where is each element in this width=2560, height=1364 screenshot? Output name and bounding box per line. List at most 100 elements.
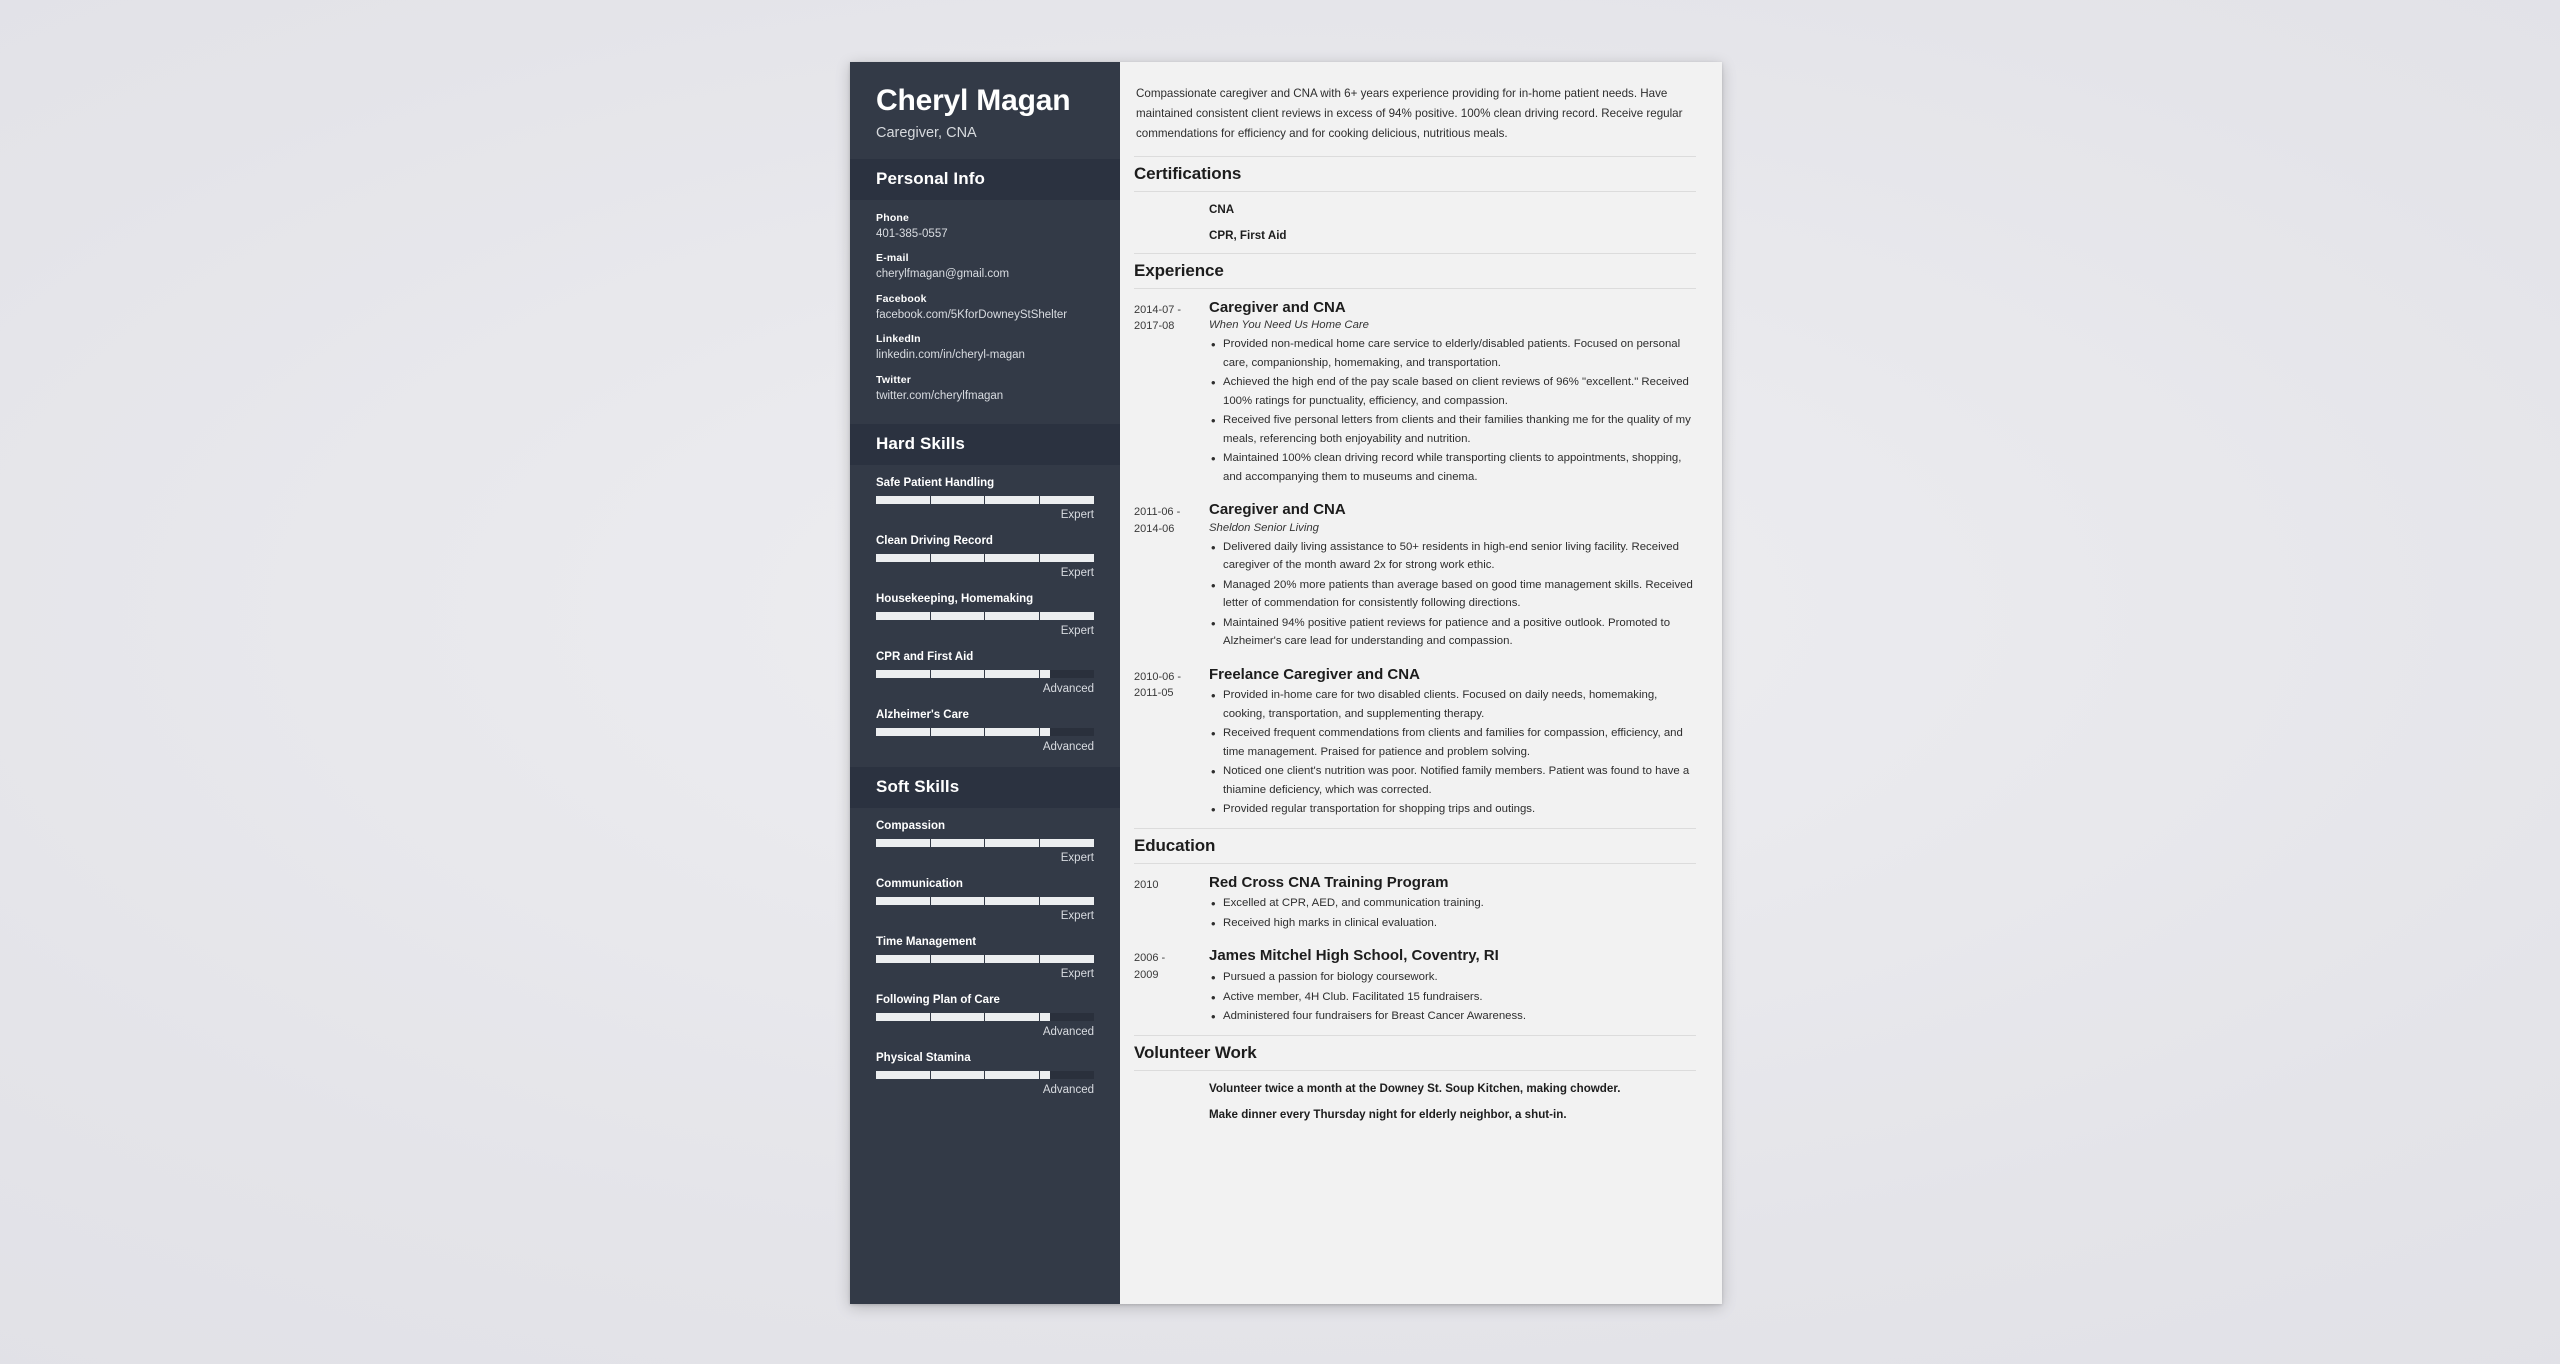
skill-name: Housekeeping, Homemaking — [876, 592, 1034, 605]
entry-bullet: Maintained 100% clean driving record whi… — [1209, 448, 1696, 486]
resume-entry: 2010-06 - 2011-05 Freelance Caregiver and … — [1134, 656, 1696, 824]
skill-bar-tick — [931, 954, 985, 963]
contact-label: LinkedIn — [876, 333, 921, 346]
skill-bar-ticks — [876, 495, 1094, 504]
entry-date: 2010 — [1134, 874, 1209, 934]
skill-bar-tick — [876, 611, 931, 620]
contact-item: LinkedIn linkedin.com/in/cheryl-magan — [876, 333, 1094, 362]
skill-bar-tick — [876, 896, 931, 905]
entry-title: James Mitchel High School, Coventry, RI — [1209, 947, 1499, 965]
skill-bar-ticks — [876, 669, 1095, 678]
certifications-title: Certifications — [1134, 155, 1696, 192]
skill-bar-ticks — [876, 553, 1094, 562]
skill-bar-tick — [1040, 839, 1095, 847]
skill-item: Communication Expert — [876, 878, 1094, 922]
skill-bar-tick — [985, 611, 1040, 620]
skill-bar-ticks — [876, 838, 1095, 847]
entry-bullet: Noticed one client's nutrition was poor.… — [1209, 761, 1696, 799]
skill-bar-tick — [931, 611, 985, 620]
skill-level-label: Advanced — [1042, 1025, 1094, 1038]
skill-bar-ticks — [876, 954, 1095, 963]
contact-value[interactable]: cherylfmagan@gmail.com — [876, 267, 1094, 281]
skill-name: Communication — [876, 877, 963, 890]
skill-bar-tick — [985, 669, 1040, 678]
volunteer-items: Volunteer twice a month at the Downey St… — [1209, 1080, 1696, 1126]
skill-bar — [876, 954, 1095, 963]
contact-label: Twitter — [876, 373, 912, 386]
certifications-items: CNA CPR, First Aid — [1209, 201, 1696, 247]
skill-item: Safe Patient Handling Expert — [876, 477, 1094, 521]
contact-item: E-mail cherylfmagan@gmail.com — [876, 252, 1094, 281]
certifications-body: CNA CPR, First Aid — [1134, 192, 1696, 249]
skill-bar-ticks — [876, 611, 1094, 620]
skill-bar-tick — [1040, 955, 1095, 963]
volunteer-body: Volunteer twice a month at the Downey St… — [1134, 1071, 1696, 1128]
hard-skills-list: Safe Patient Handling Expert Clean Driving… — [850, 465, 1120, 767]
skill-bar-tick — [985, 495, 1040, 504]
skill-bar-tick — [876, 1012, 931, 1021]
skill-name: Alzheimer's Care — [876, 708, 969, 721]
skill-level-label: Advanced — [1042, 1083, 1094, 1096]
professional-summary: Compassionate caregiver and CNA with 6+ … — [1134, 84, 1696, 144]
skill-bar-tick — [876, 1070, 931, 1079]
contact-value[interactable]: twitter.com/cherylfmagan — [876, 389, 1094, 403]
resume-entry: 2010 Red Cross CNA Training Program Excell… — [1134, 864, 1696, 938]
plain-line-item: CPR, First Aid — [1209, 229, 1287, 243]
entry-bullet: Received five personal letters from clie… — [1209, 410, 1696, 448]
skill-bar-tick — [876, 553, 931, 562]
contact-value[interactable]: 401-385-0557 — [876, 227, 1094, 241]
entry-bullets: Pursued a passion for biology coursework… — [1209, 967, 1696, 1028]
contact-label: E-mail — [876, 252, 909, 265]
skill-name: Following Plan of Care — [876, 993, 1000, 1006]
skill-bar — [876, 611, 1094, 620]
skill-item: Housekeeping, Homemaking Expert — [876, 593, 1094, 637]
entry-bullet: Administered four fundraisers for Breast… — [1209, 1006, 1696, 1028]
skill-level-label: Expert — [1060, 624, 1094, 637]
entry-date-line: 2010-06 - — [1134, 670, 1182, 683]
skill-bar-tick — [931, 669, 985, 678]
contact-value[interactable]: facebook.com/5KforDowneyStShelter — [876, 308, 1094, 322]
entry-bullets: Excelled at CPR, AED, and communication … — [1209, 893, 1696, 935]
education-entries: 2010 Red Cross CNA Training Program Excell… — [1134, 864, 1696, 1031]
personal-info-heading: Personal Info — [850, 159, 1120, 200]
contact-item: Facebook facebook.com/5KforDowneyStShelte… — [876, 293, 1094, 322]
entry-main: James Mitchel High School, Coventry, RI P… — [1209, 947, 1696, 1028]
contact-item: Twitter twitter.com/cherylfmagan — [876, 374, 1094, 403]
skill-bar-tick — [876, 495, 931, 504]
volunteer-section: Volunteer Work Volunteer twice a month a… — [1134, 1034, 1696, 1128]
entry-bullet: Achieved the high end of the pay scale b… — [1209, 372, 1696, 410]
skill-item: CPR and First Aid Advanced — [876, 651, 1094, 695]
skill-level-label: Expert — [1060, 851, 1094, 864]
entry-bullets: Provided non-medical home care service t… — [1209, 334, 1696, 486]
skill-bar-tick — [931, 553, 985, 562]
plain-line-item: CNA — [1209, 202, 1235, 216]
skill-bar-tick — [1040, 670, 1095, 678]
resume-entry: 2014-07 - 2017-08 Caregiver and CNA When Yo… — [1134, 289, 1696, 492]
entry-bullet: Pursued a passion for biology coursework… — [1209, 967, 1696, 989]
certifications-date-gutter — [1134, 201, 1209, 247]
skill-level-label: Expert — [1060, 909, 1094, 922]
skill-bar-tick — [931, 727, 985, 736]
entry-date: 2014-07 - 2017-08 — [1134, 299, 1209, 488]
entry-date-line: 2017-08 — [1134, 320, 1175, 333]
entry-bullet: Received high marks in clinical evaluati… — [1209, 913, 1696, 935]
entry-bullets: Delivered daily living assistance to 50+… — [1209, 537, 1696, 651]
entry-title: Freelance Caregiver and CNA — [1209, 665, 1420, 683]
skill-bar-tick — [876, 727, 931, 736]
entry-date-line: 2014-07 - — [1134, 303, 1182, 316]
skill-bar-tick — [1040, 1013, 1095, 1021]
contact-value[interactable]: linkedin.com/in/cheryl-magan — [876, 348, 1094, 362]
entry-organization: When You Need Us Home Care — [1209, 319, 1369, 332]
skill-bar-tick — [1040, 1071, 1095, 1079]
entry-date-line: 2011-05 — [1134, 687, 1174, 700]
entry-bullets: Provided in-home care for two disabled c… — [1209, 685, 1696, 820]
skill-item: Compassion Expert — [876, 820, 1094, 864]
plain-line-item: Volunteer twice a month at the Downey St… — [1209, 1081, 1621, 1095]
skill-bar-tick — [876, 954, 931, 963]
candidate-job-title: Caregiver, CNA — [876, 125, 977, 141]
resume-entry: 2006 - 2009 James Mitchel High School, Cov… — [1134, 937, 1696, 1030]
skill-name: Physical Stamina — [876, 1051, 971, 1064]
skill-item: Alzheimer's Care Advanced — [876, 709, 1094, 753]
entry-main: Caregiver and CNA Sheldon Senior Living De… — [1209, 501, 1696, 652]
entry-title: Caregiver and CNA — [1209, 501, 1346, 519]
